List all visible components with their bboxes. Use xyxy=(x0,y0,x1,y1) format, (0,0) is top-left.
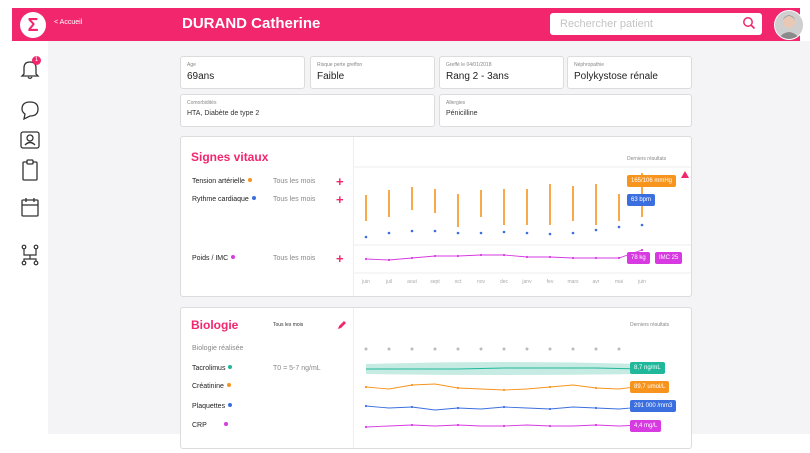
allergies-label: Allergies xyxy=(446,100,466,106)
add-weight-button[interactable]: + xyxy=(336,252,344,265)
month-label: avr xyxy=(592,279,600,285)
month-label: aout xyxy=(407,279,417,285)
nephropathy-label: Néphropathie xyxy=(574,62,605,68)
bp-label: Tension artérielle xyxy=(192,178,252,185)
month-label: fev xyxy=(546,279,554,285)
add-bp-button[interactable]: + xyxy=(336,175,344,188)
main-content: Age 69ans Risque perte greffon Faible Gr… xyxy=(48,41,810,449)
month-label: oct xyxy=(454,279,462,285)
month-label: sept xyxy=(430,279,440,285)
tacrolimus-label: Tacrolimus xyxy=(192,365,233,372)
weight-color-dot xyxy=(231,255,236,259)
biology-card: Biologie Tous les mois Derniers résultat… xyxy=(180,307,692,449)
tacrolimus-last-value: 8,7 ng/mL xyxy=(630,362,665,374)
graft-card: Greffé le 04/01/2018 Rang 2 - 3ans xyxy=(439,56,564,89)
breadcrumb-home-link[interactable]: < Accueil xyxy=(54,19,82,26)
month-label: nov xyxy=(476,279,486,285)
hr-color-dot xyxy=(251,196,256,200)
age-value: 69ans xyxy=(187,71,215,82)
edit-pencil-icon[interactable] xyxy=(337,320,347,330)
month-label: dec xyxy=(499,279,509,285)
page-title: DURAND Catherine xyxy=(182,15,321,32)
risk-card: Risque perte greffon Faible xyxy=(310,56,435,89)
sidebar: 1 xyxy=(12,41,49,331)
calendar-icon[interactable] xyxy=(18,195,42,219)
crp-label: CRP xyxy=(192,422,228,429)
vitals-chart xyxy=(354,166,716,274)
vitals-card: Signes vitaux Derniers résultats Tension… xyxy=(180,136,716,297)
clipboard-icon[interactable] xyxy=(18,158,42,182)
graft-label: Greffé le 04/01/2018 xyxy=(446,62,492,68)
alert-triangle-icon xyxy=(681,171,689,178)
hierarchy-icon[interactable] xyxy=(18,243,42,267)
bp-color-dot xyxy=(247,178,252,182)
month-label: juin xyxy=(362,279,370,285)
hr-last-value: 63 bpm xyxy=(627,194,656,206)
bmi-last-value: IMC 25 xyxy=(655,252,683,264)
nephropathy-card: Néphropathie Polykystose rénale xyxy=(567,56,692,89)
vitals-chart-panel: juin juil aout sept oct nov dec janv fev… xyxy=(353,137,716,296)
search-box xyxy=(550,13,762,35)
user-avatar[interactable] xyxy=(774,10,804,40)
month-label: juil xyxy=(385,279,393,285)
bp-last-value: 165/106 mmHg xyxy=(627,175,677,187)
month-label: mars xyxy=(567,279,579,285)
notification-badge: 1 xyxy=(32,56,41,65)
month-label: mai xyxy=(614,279,624,285)
chat-bubble-icon[interactable] xyxy=(18,98,42,122)
bp-bars xyxy=(365,173,643,227)
hr-points xyxy=(364,223,644,239)
biology-frequency: Tous les mois xyxy=(273,322,304,328)
tacrolimus-target: T0 = 5-7 ng/mL xyxy=(273,365,321,372)
patient-id-icon[interactable] xyxy=(18,128,42,152)
risk-label: Risque perte greffon xyxy=(317,62,363,68)
top-bar: Σ < Accueil DURAND Catherine xyxy=(12,8,804,41)
weight-label: Poids / IMC xyxy=(192,255,236,262)
comorbidities-value: HTA, Diabète de type 2 xyxy=(187,110,260,117)
month-label: janv xyxy=(522,279,532,285)
allergies-value: Pénicilline xyxy=(446,110,478,117)
crp-last-value: 4,4 mg/L xyxy=(630,420,662,432)
biology-title: Biologie xyxy=(191,318,239,332)
comorbidities-label: Comorbidités xyxy=(187,100,217,106)
biology-done-label: Biologie réalisée xyxy=(192,345,244,352)
hr-label: Rythme cardiaque xyxy=(192,196,256,203)
hr-frequency: Tous les mois xyxy=(273,196,316,203)
creatinine-last-value: 89,7 umol/L xyxy=(630,381,670,393)
allergies-card: Allergies Pénicilline xyxy=(439,94,692,127)
platelets-last-value: 291 000 /mm3 xyxy=(630,400,677,412)
age-card: Age 69ans xyxy=(180,56,305,89)
weight-last-value: 78 kg xyxy=(627,252,650,264)
nephropathy-value: Polykystose rénale xyxy=(574,71,658,82)
creatinine-label: Créatinine xyxy=(192,383,231,390)
bp-frequency: Tous les mois xyxy=(273,178,316,185)
add-hr-button[interactable]: + xyxy=(336,193,344,206)
weight-frequency: Tous les mois xyxy=(273,255,316,262)
risk-value: Faible xyxy=(317,71,345,82)
comorbidities-card: Comorbidités HTA, Diabète de type 2 xyxy=(180,94,435,127)
platelets-label: Plaquettes xyxy=(192,403,233,410)
search-input[interactable] xyxy=(556,15,734,33)
age-label: Age xyxy=(187,62,196,68)
app-logo[interactable]: Σ xyxy=(20,12,46,38)
month-label: juin xyxy=(638,279,646,285)
vitals-title: Signes vitaux xyxy=(191,150,269,164)
search-icon[interactable] xyxy=(742,16,756,30)
graft-value: Rang 2 - 3ans xyxy=(446,71,509,82)
